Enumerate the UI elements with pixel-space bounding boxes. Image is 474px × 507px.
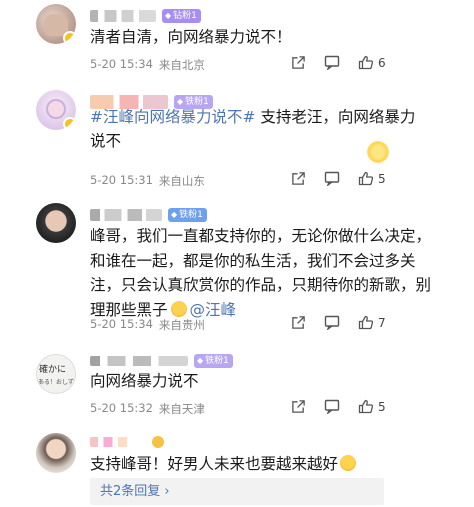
comment-text: 清者自清，向网络暴力说不！ (90, 28, 292, 46)
username-blurred[interactable] (90, 10, 156, 22)
avatar[interactable] (36, 203, 76, 243)
hashtag-link[interactable]: #汪峰向网络暴力说不# (90, 108, 255, 126)
username-blurred[interactable] (90, 356, 188, 366)
comment-icon[interactable] (324, 315, 340, 330)
comment-actions: 5 (290, 171, 386, 186)
verified-icon (63, 117, 76, 130)
diamond-icon: ◆ (197, 356, 204, 365)
share-icon[interactable] (290, 315, 306, 330)
comment-text: 峰哥，我们一直都支持你的，无论你做什么决定，和谁在一起，都是你的私生活，我们不会… (90, 227, 432, 319)
comment-text: 向网络暴力说不 (90, 372, 199, 390)
thumbs-up-icon[interactable] (358, 315, 374, 330)
username-blurred[interactable] (90, 209, 162, 221)
comment-meta: 5-20 15:32 来自天津 (90, 401, 205, 416)
username-blurred[interactable] (90, 437, 146, 447)
like-count: 7 (378, 315, 386, 330)
avatar[interactable] (36, 4, 76, 44)
share-icon[interactable] (290, 399, 306, 414)
fan-badge: ◆ 钻粉1 (162, 9, 201, 23)
diamond-icon: ◆ (171, 210, 178, 219)
fan-badge: ◆ 铁粉1 (168, 208, 207, 222)
avatar[interactable]: 確かに ある！おしず (36, 354, 76, 394)
comment-icon[interactable] (324, 171, 340, 186)
comment-icon[interactable] (324, 55, 340, 70)
sticker-emoji (367, 141, 389, 163)
avatar-text-2: ある！おしず (38, 379, 74, 386)
mention-link[interactable]: @汪峰 (190, 301, 237, 319)
comment-actions: 6 (290, 55, 386, 70)
comment-icon[interactable] (324, 399, 340, 414)
diamond-icon: ◆ (165, 11, 172, 20)
verified-icon (63, 31, 76, 44)
thumbs-up-icon[interactable] (358, 399, 374, 414)
comment-actions: 7 (290, 315, 386, 330)
like-count: 5 (378, 171, 386, 186)
like-count: 5 (378, 399, 386, 414)
avatar-text-1: 確かに (39, 365, 67, 375)
view-replies-button[interactable]: 共2条回复 › (90, 478, 384, 505)
comment-meta: 5-20 15:34 来自北京 (90, 57, 205, 72)
like-count: 6 (378, 55, 386, 70)
share-icon[interactable] (290, 55, 306, 70)
comment-meta: 5-20 15:34 来自贵州 (90, 317, 205, 332)
share-icon[interactable] (290, 171, 306, 186)
emoji-icon (152, 436, 164, 448)
avatar[interactable] (36, 90, 76, 130)
comment-text: 支持峰哥！好男人未来也要越来越好 (90, 452, 440, 476)
emoji-icon (340, 455, 357, 471)
thumbs-up-icon[interactable] (358, 171, 374, 186)
comment-meta: 5-20 15:31 来自山东 (90, 173, 205, 188)
comment-actions: 5 (290, 399, 386, 414)
thumbs-up-icon[interactable] (358, 55, 374, 70)
fan-badge: ◆ 铁粉1 (194, 354, 233, 368)
avatar[interactable] (36, 433, 76, 473)
emoji-icon (170, 300, 187, 317)
